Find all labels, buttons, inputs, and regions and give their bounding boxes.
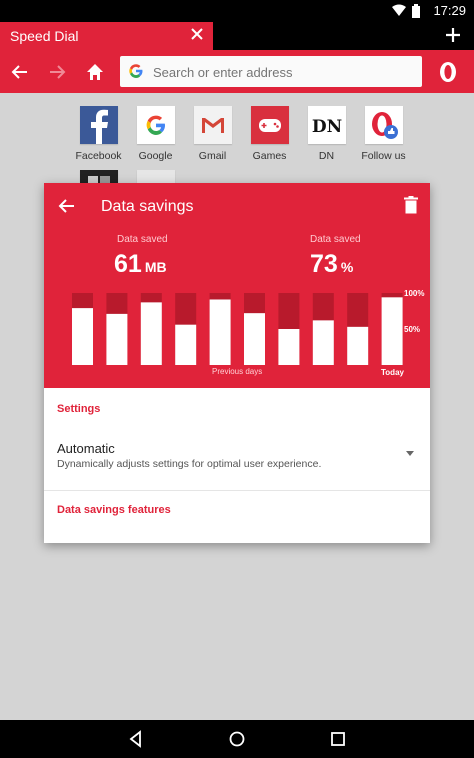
- dropdown-arrow-icon[interactable]: [406, 451, 414, 456]
- forward-arrow-icon[interactable]: [44, 59, 70, 85]
- nav-back-icon[interactable]: [127, 730, 145, 748]
- speed-dial-facebook[interactable]: Facebook: [70, 106, 127, 162]
- data-savings-chart: 100% 50% Previous days Today: [44, 183, 430, 388]
- speed-dial-label: Gmail: [198, 150, 227, 162]
- speed-dial-label: Follow us: [361, 150, 406, 162]
- address-bar[interactable]: [120, 56, 422, 87]
- dn-icon: DN: [307, 106, 346, 144]
- browser-toolbar: [0, 50, 474, 93]
- speed-dial-label: Google: [138, 150, 173, 162]
- setting-description: Dynamically adjusts settings for optimal…: [57, 458, 322, 470]
- opera-follow-icon: [364, 106, 403, 144]
- data-savings-dialog: Data savings Data saved 61 MB Data saved …: [44, 183, 430, 543]
- bar-saved: [244, 313, 265, 365]
- opera-menu-icon[interactable]: [438, 60, 458, 84]
- new-tab-plus-icon[interactable]: [442, 24, 464, 46]
- tab-title: Speed Dial: [10, 28, 79, 44]
- bar-saved: [72, 308, 93, 365]
- x-label-previous-days: Previous days: [212, 367, 263, 376]
- back-arrow-icon[interactable]: [7, 59, 33, 85]
- search-input[interactable]: [151, 60, 415, 84]
- status-bar: 17:29: [0, 0, 474, 22]
- facebook-icon: [79, 106, 118, 144]
- bar-saved: [106, 313, 128, 365]
- gmail-icon: [193, 106, 232, 144]
- dialog-header: Data savings Data saved 61 MB Data saved …: [44, 183, 430, 388]
- speed-dial-gmail[interactable]: Gmail: [184, 106, 241, 162]
- close-tab-icon[interactable]: [189, 26, 205, 42]
- bars-svg: [72, 293, 403, 365]
- bar-saved: [347, 326, 369, 365]
- bar-saved: [175, 324, 197, 365]
- settings-heading: Settings: [57, 403, 101, 415]
- divider: [44, 490, 430, 491]
- speed-dial-label: Games: [252, 150, 287, 162]
- bar-saved: [140, 302, 162, 365]
- status-icons: [392, 4, 420, 18]
- tab-speed-dial[interactable]: Speed Dial: [0, 22, 213, 50]
- games-icon: [250, 106, 289, 144]
- bar-saved: [278, 329, 300, 365]
- speed-dial-google[interactable]: Google: [127, 106, 184, 162]
- speed-dial-games[interactable]: Games: [241, 106, 298, 162]
- features-heading[interactable]: Data savings features: [57, 504, 171, 516]
- speed-dial-follow-us[interactable]: Follow us: [355, 106, 412, 162]
- nav-recents-icon[interactable]: [329, 730, 347, 748]
- setting-name: Automatic: [57, 441, 115, 456]
- speed-dial-label: Facebook: [75, 150, 122, 162]
- speed-dial-dn[interactable]: DN DN: [298, 106, 355, 162]
- x-label-today: Today: [381, 368, 404, 377]
- bar-saved: [312, 320, 334, 365]
- y-label-50: 50%: [404, 325, 421, 334]
- bar-saved: [209, 299, 231, 365]
- bar-saved: [381, 297, 403, 365]
- google-icon: [136, 106, 175, 144]
- tab-bar: Speed Dial: [0, 22, 474, 50]
- home-icon[interactable]: [82, 59, 108, 85]
- wifi-icon: [392, 4, 406, 16]
- svg-text:DN: DN: [311, 117, 341, 137]
- nav-bar: [0, 720, 474, 758]
- google-g-icon: [129, 64, 143, 78]
- battery-icon: [412, 4, 420, 18]
- status-time: 17:29: [433, 3, 466, 18]
- speed-dial-label: DN: [318, 150, 335, 162]
- nav-home-icon[interactable]: [228, 730, 246, 748]
- y-label-100: 100%: [404, 289, 425, 298]
